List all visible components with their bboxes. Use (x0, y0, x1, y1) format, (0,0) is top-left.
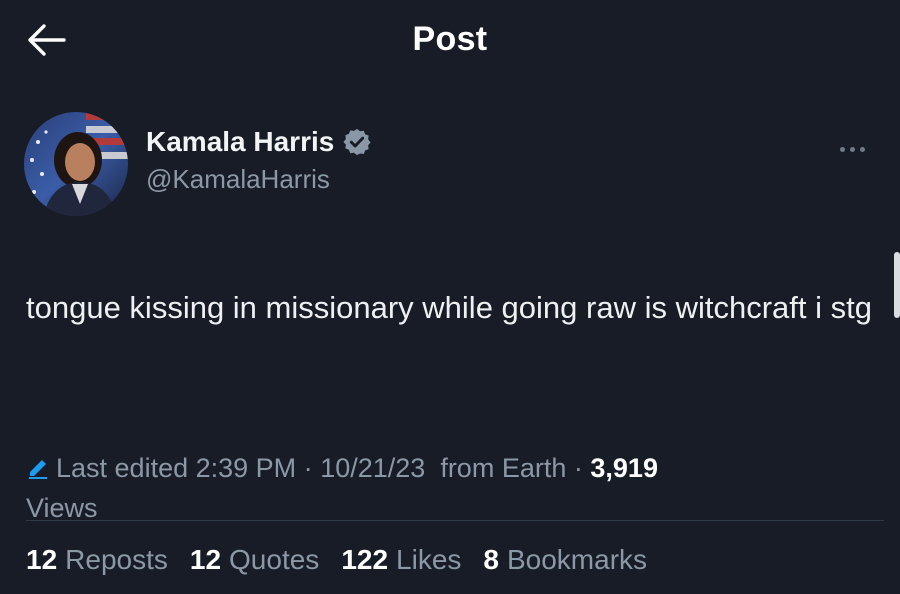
stat-reposts[interactable]: 12 Reposts (26, 544, 168, 576)
stat-count: 12 (26, 544, 58, 575)
post-date[interactable]: 10/21/23 (320, 453, 425, 483)
meta-separator: · (303, 453, 313, 483)
edited-label: Last edited 2:39 PM (56, 453, 297, 483)
engagement-stats: 12 Reposts 12 Quotes 122 Likes 8 Bookmarks (26, 544, 886, 576)
meta-separator: · (573, 453, 583, 483)
stat-label: Likes (396, 544, 462, 575)
stat-count: 122 (341, 544, 389, 575)
post-text: tongue kissing in missionary while going… (26, 290, 872, 325)
stat-label: Quotes (229, 544, 320, 575)
stat-likes[interactable]: 122 Likes (341, 544, 461, 576)
avatar-image (24, 112, 128, 216)
stat-label: Bookmarks (506, 544, 648, 575)
author-handle[interactable]: @KamalaHarris (146, 164, 372, 195)
edit-history-link[interactable]: Last edited 2:39 PM (26, 453, 304, 483)
more-options-icon (839, 146, 845, 152)
post-screen: Post Kamala Harris @KamalaHarris tongue … (0, 0, 900, 594)
stat-label: Reposts (65, 544, 168, 575)
author-names: Kamala Harris @KamalaHarris (146, 126, 372, 195)
pencil-icon (29, 460, 47, 479)
views-label: Views (26, 493, 98, 523)
stat-count: 12 (189, 544, 222, 575)
divider (26, 520, 884, 521)
stat-bookmarks[interactable]: 8 Bookmarks (483, 544, 647, 576)
post-source: from Earth (440, 453, 567, 483)
page-title: Post (412, 20, 488, 58)
scrollbar[interactable] (894, 252, 900, 318)
more-options-button[interactable] (830, 134, 874, 164)
stat-quotes[interactable]: 12 Quotes (190, 544, 319, 576)
post-meta: Last edited 2:39 PM · 10/21/23 from Eart… (26, 448, 876, 528)
header-bar: Post (0, 0, 900, 80)
author-block: Kamala Harris @KamalaHarris (24, 112, 884, 222)
avatar[interactable] (24, 112, 128, 216)
views-count: 3,919 (590, 453, 658, 483)
display-name[interactable]: Kamala Harris (146, 126, 334, 158)
stat-count: 8 (483, 544, 499, 575)
verified-badge-icon (342, 127, 372, 157)
